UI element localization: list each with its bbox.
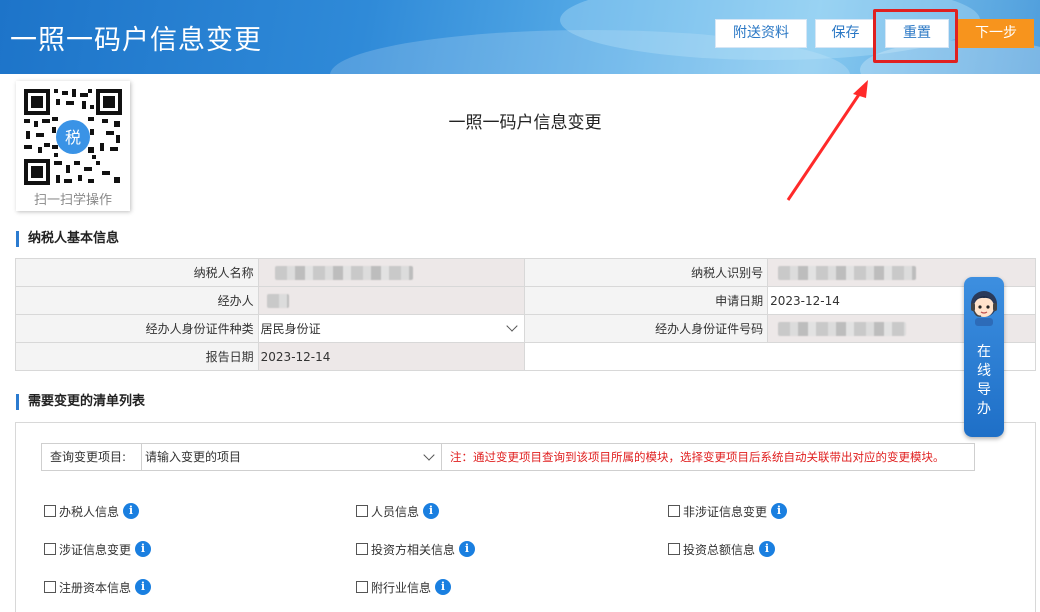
checkbox[interactable]: [668, 505, 680, 517]
taxpayer-name-value: [257, 258, 526, 287]
header-banner: 一照一码户信息变更 附送资料 保存 重置 下一步: [0, 0, 1040, 74]
checkbox[interactable]: [44, 581, 56, 593]
option-investor-info[interactable]: 投资方相关信息 i: [356, 540, 476, 558]
change-list-panel: 查询变更项目: 请输入变更的项目 注：通过变更项目查询到该项目所属的模块，选择变…: [15, 422, 1036, 612]
option-personnel-info[interactable]: 人员信息 i: [356, 502, 440, 520]
qr-code-card[interactable]: 税 扫一扫学操作: [16, 81, 130, 211]
option-industry-info[interactable]: 附行业信息 i: [356, 578, 452, 596]
online-guide-label: 在线导办: [977, 344, 991, 417]
checkbox[interactable]: [44, 505, 56, 517]
agent-label: 经办人: [15, 286, 259, 315]
query-select[interactable]: 请输入变更的项目: [142, 444, 442, 470]
apply-date-label: 申请日期: [524, 286, 769, 315]
option-non-license-change[interactable]: 非涉证信息变更 i: [668, 502, 788, 520]
info-icon[interactable]: i: [435, 579, 452, 595]
option-registered-capital[interactable]: 注册资本信息 i: [44, 578, 152, 596]
chevron-down-icon: [423, 449, 435, 461]
query-label: 查询变更项目:: [42, 444, 142, 470]
basic-info-table: 纳税人名称 纳税人识别号 经办人 申请日期 2023-12-14 经办人身份证件…: [15, 258, 1036, 371]
checkbox[interactable]: [356, 543, 368, 555]
info-icon[interactable]: i: [459, 541, 476, 557]
save-button[interactable]: 保存: [815, 19, 876, 48]
checkbox[interactable]: [356, 581, 368, 593]
customer-service-avatar-icon: [971, 291, 997, 326]
option-tax-handler-info[interactable]: 办税人信息 i: [44, 502, 140, 520]
info-icon[interactable]: i: [135, 579, 152, 595]
query-placeholder: 请输入变更的项目: [145, 450, 242, 464]
section-title-change-list: 需要变更的清单列表: [16, 394, 145, 410]
agent-id-type-select[interactable]: 居民身份证: [257, 314, 526, 343]
annotation-arrow-icon: [786, 80, 868, 201]
chevron-down-icon: [506, 320, 519, 332]
qr-code-icon: 税: [22, 87, 124, 187]
option-total-investment[interactable]: 投资总额信息 i: [668, 540, 776, 558]
online-guide-button[interactable]: 在线导办: [964, 277, 1004, 437]
taxpayer-name-label: 纳税人名称: [15, 258, 259, 287]
attach-materials-button[interactable]: 附送资料: [715, 19, 807, 48]
agent-id-type-value: 居民身份证: [260, 322, 321, 336]
agent-id-type-label: 经办人身份证件种类: [15, 314, 259, 343]
info-icon[interactable]: i: [423, 503, 440, 519]
info-icon[interactable]: i: [123, 503, 140, 519]
info-icon[interactable]: i: [771, 503, 788, 519]
page-title: 一照一码户信息变更: [448, 113, 602, 133]
agent-value: [257, 286, 526, 315]
report-date-label: 报告日期: [15, 342, 259, 371]
info-icon[interactable]: i: [135, 541, 152, 557]
option-license-change[interactable]: 涉证信息变更 i: [44, 540, 152, 558]
checkbox[interactable]: [44, 543, 56, 555]
agent-id-number-label: 经办人身份证件号码: [524, 314, 769, 343]
info-icon[interactable]: i: [759, 541, 776, 557]
query-row: 查询变更项目: 请输入变更的项目 注：通过变更项目查询到该项目所属的模块，选择变…: [41, 443, 975, 471]
reset-button[interactable]: 重置: [885, 19, 949, 48]
checkbox[interactable]: [356, 505, 368, 517]
section-title-basic-info: 纳税人基本信息: [16, 231, 119, 247]
app-title: 一照一码户信息变更: [10, 25, 262, 56]
next-step-button[interactable]: 下一步: [958, 19, 1034, 48]
checkbox[interactable]: [668, 543, 680, 555]
report-date-value: 2023-12-14: [257, 342, 526, 371]
query-note: 注：通过变更项目查询到该项目所属的模块，选择变更项目后系统自动关联带出对应的变更…: [450, 450, 945, 464]
taxpayer-id-label: 纳税人识别号: [524, 258, 769, 287]
qr-caption: 扫一扫学操作: [33, 193, 112, 208]
empty-cell: [524, 342, 768, 371]
